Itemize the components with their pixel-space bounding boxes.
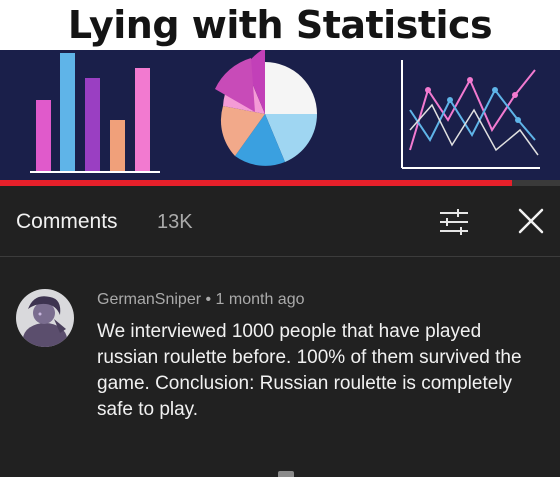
- close-icon[interactable]: [514, 204, 548, 238]
- comment-author[interactable]: GermanSniper: [97, 291, 201, 308]
- comment-action-hint: [278, 471, 294, 477]
- avatar[interactable]: [16, 289, 74, 347]
- comments-count: 13K: [157, 211, 193, 233]
- meta-separator: •: [201, 291, 216, 308]
- bar-chart-illustration: [30, 53, 160, 173]
- comments-title: Comments: [16, 210, 118, 233]
- comment-meta: GermanSniper • 1 month ago: [97, 291, 305, 309]
- pie-chart-illustration: [215, 50, 317, 166]
- comment-item: GermanSniper • 1 month ago We interviewe…: [0, 257, 560, 477]
- thumbnail-title-bar: Lying with Statistics: [0, 0, 560, 50]
- line-chart-illustration: [401, 60, 540, 169]
- thumbnail-graphics: [30, 50, 540, 173]
- avatar-image: [16, 289, 74, 347]
- sort-filter-icon[interactable]: [436, 206, 472, 238]
- video-title: Lying with Statistics: [67, 3, 493, 47]
- comment-timestamp[interactable]: 1 month ago: [216, 291, 305, 308]
- video-thumbnail[interactable]: Lying with Statistics: [0, 0, 560, 186]
- comment-text: We interviewed 1000 people that have pla…: [97, 321, 522, 420]
- comments-header: Comments 13K: [0, 186, 560, 256]
